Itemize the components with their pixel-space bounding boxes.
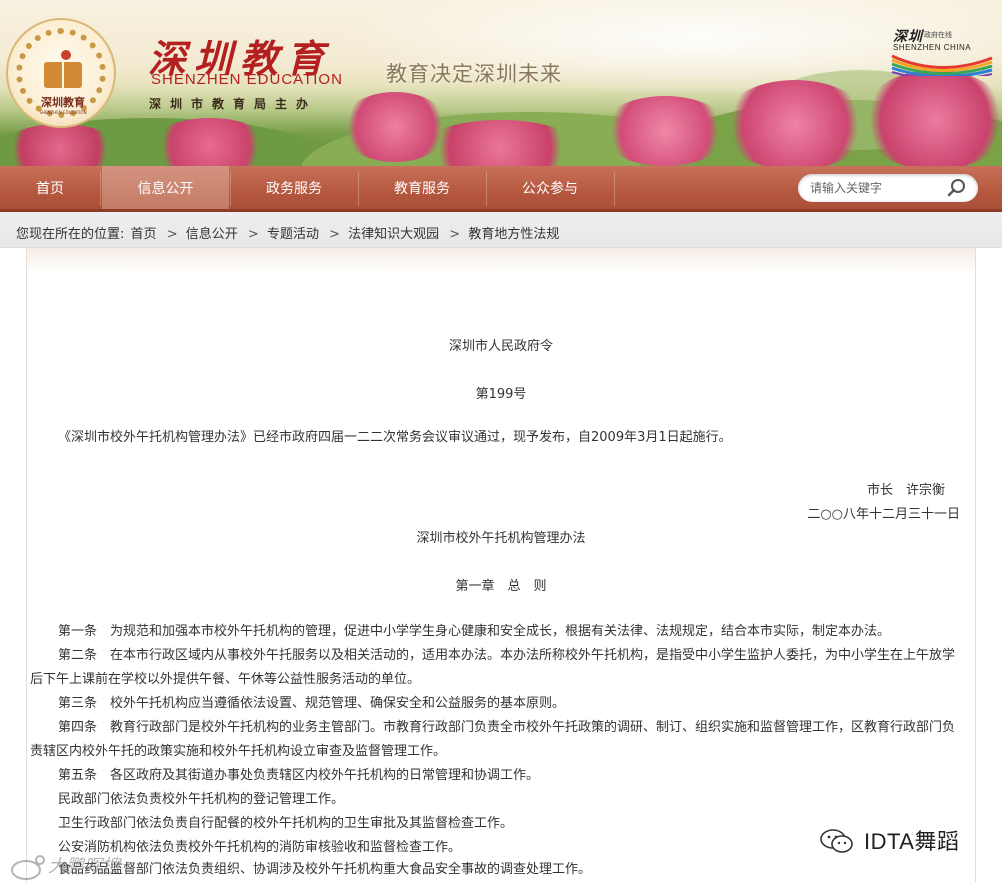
paragraph-text: 第四条 教育行政部门是校外午托机构的业务主管部门。市教育行政部门负责全市校外午托…: [30, 720, 956, 759]
secondary-watermark-text: 大鹏晖搜: [48, 856, 120, 877]
search-input[interactable]: [810, 179, 940, 197]
announcement-text: 《深圳市校外午托机构管理办法》已经市政府四届一二二次常务会议审议通过，现予发布，…: [58, 430, 732, 445]
site-host: 深圳市教育局主办: [149, 97, 318, 111]
article-paragraph: 第五条 各区政府及其街道办事处负责辖区内校外午托机构的日常管理和协调工作。: [30, 764, 966, 788]
banner-flowers: [0, 124, 120, 166]
article-paragraph: 第二条 在本市行政区域内从事校外午托服务以及相关活动的，适用本办法。本办法所称校…: [30, 644, 966, 692]
nav-item-home[interactable]: 首页: [0, 166, 100, 212]
nav-divider: [230, 172, 231, 206]
decree-number: 第199号: [475, 387, 527, 402]
banner-flowers: [600, 96, 730, 166]
breadcrumb-separator: >: [166, 227, 178, 242]
watermark-text: IDTA舞蹈: [864, 829, 960, 854]
paragraph-text: 第五条 各区政府及其街道办事处负责辖区内校外午托机构的日常管理和协调工作。: [58, 768, 540, 783]
brand-en: SHENZHEN CHINA: [893, 43, 972, 52]
logo-book-icon: [44, 62, 82, 88]
paragraph-text: 第一条 为规范和加强本市校外午托机构的管理，促进中小学学生身心健康和安全成长，根…: [58, 624, 891, 639]
paragraph-text: 民政部门依法负责校外午托机构的登记管理工作。: [58, 792, 345, 807]
breadcrumb-special-activities[interactable]: 专题活动: [267, 227, 319, 242]
logo-ball-icon: [61, 50, 71, 60]
breadcrumb-info-disclosure[interactable]: 信息公开: [186, 227, 238, 242]
nav-item-info-disclosure[interactable]: 信息公开: [102, 166, 229, 212]
breadcrumb-prefix: 您现在所在的位置:: [16, 227, 125, 242]
breadcrumb-separator: >: [329, 227, 340, 242]
nav-divider: [358, 172, 359, 206]
article-paragraph: 第三条 校外午托机构应当遵循依法设置、规范管理、确保安全和公益服务的基本原则。: [30, 692, 966, 716]
breadcrumb-home[interactable]: 首页: [131, 227, 157, 242]
decree-issuer: 深圳市人民政府令: [448, 339, 553, 354]
nav-divider: [614, 172, 615, 206]
brand-tag: 政府在线: [924, 31, 952, 39]
site-title-en: SHENZHEN EDUCATION: [151, 71, 343, 88]
paragraph-text: 第三条 校外午托机构应当遵循依法设置、规范管理、确保安全和公益服务的基本原则。: [58, 696, 566, 711]
document-title: 深圳市校外午托机构管理办法: [416, 531, 586, 546]
breadcrumb-bar: 您现在所在的位置: 首页 > 信息公开 > 专题活动 > 法律知识大观园 > 教…: [0, 212, 1002, 248]
breadcrumb: 您现在所在的位置: 首页 > 信息公开 > 专题活动 > 法律知识大观园 > 教…: [16, 223, 561, 242]
search-box: [798, 174, 978, 202]
breadcrumb-law-knowledge[interactable]: 法律知识大观园: [348, 227, 439, 242]
logo-text: 深圳教育: [41, 96, 85, 109]
wechat-icon: [820, 829, 853, 853]
brand-swoosh-icon[interactable]: [890, 52, 994, 76]
article-paragraph: 第一条 为规范和加强本市校外午托机构的管理，促进中小学学生身心健康和安全成长，根…: [30, 620, 966, 644]
nav-item-government-services[interactable]: 政务服务: [232, 166, 356, 212]
logo-subtext: SHENZHEN EDUCATION: [39, 110, 87, 115]
breadcrumb-separator: >: [247, 227, 259, 242]
site-banner: 深圳教育 SHENZHEN EDUCATION 深圳教育 SHENZHEN ED…: [0, 0, 1002, 166]
nav-item-public-participation[interactable]: 公众参与: [488, 166, 612, 212]
article-paragraph: 民政部门依法负责校外午托机构的登记管理工作。: [30, 788, 966, 812]
decree-date: 二○○八年十二月三十一日: [807, 507, 960, 522]
chapter-heading: 第一章 总 则: [455, 579, 547, 594]
paragraph-text: 第二条 在本市行政区域内从事校外午托服务以及相关活动的，适用本办法。本办法所称校…: [30, 648, 956, 687]
breadcrumb-separator: >: [449, 227, 461, 242]
breadcrumb-local-regulations[interactable]: 教育地方性法规: [468, 227, 559, 242]
search-icon[interactable]: [946, 178, 968, 198]
paragraph-text: 卫生行政部门依法负责自行配餐的校外午托机构的卫生审批及其监督检查工作。: [58, 816, 514, 831]
site-slogan: 教育决定深圳未来: [386, 62, 562, 86]
site-logo[interactable]: 深圳教育 SHENZHEN EDUCATION: [6, 18, 116, 128]
banner-flowers: [860, 70, 1002, 166]
announcement: 《深圳市校外午托机构管理办法》已经市政府四届一二二次常务会议审议通过，现予发布，…: [30, 426, 966, 450]
nav-divider: [100, 172, 101, 206]
banner-flowers: [150, 118, 270, 166]
article-paragraph: 第四条 教育行政部门是校外午托机构的业务主管部门。市教育行政部门负责全市校外午托…: [30, 716, 966, 764]
nav-item-education-services[interactable]: 教育服务: [360, 166, 484, 212]
nav-divider: [486, 172, 487, 206]
decree-signer: 市长 许宗衡: [866, 483, 945, 498]
article-paragraph: 食品药品监督部门依法负责组织、协调涉及校外午托机构重大食品安全事故的调查处理工作…: [30, 858, 966, 882]
content-top-border: [26, 248, 976, 274]
banner-flowers: [720, 80, 870, 166]
